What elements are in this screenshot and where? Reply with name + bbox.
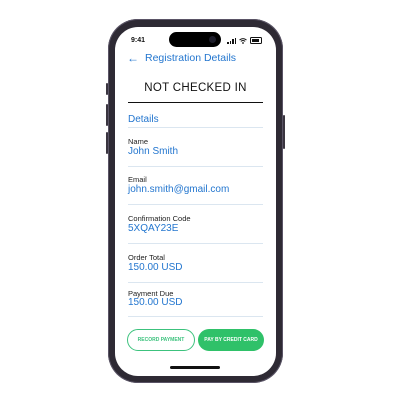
- camera-icon: [209, 36, 216, 43]
- field-value-payment-due: 150.00 USD: [128, 297, 183, 308]
- divider: [128, 127, 263, 128]
- check-in-status: NOT CHECKED IN: [144, 82, 247, 94]
- side-button-volume-up: [106, 104, 108, 126]
- field-label-name: Name: [128, 137, 149, 146]
- field-value-order-total: 150.00 USD: [128, 262, 183, 273]
- page-title: Registration Details: [145, 52, 237, 64]
- status-time: 9:41: [131, 37, 146, 44]
- details-section-title: Details: [128, 114, 159, 125]
- divider: [128, 204, 263, 205]
- field-label-confirmation-code: Confirmation Code: [128, 214, 191, 223]
- back-navigation[interactable]: ← Registration Details: [127, 52, 236, 64]
- field-label-email: Email: [128, 175, 147, 184]
- status-icons: [227, 37, 262, 44]
- status-underline: [128, 102, 263, 103]
- divider: [128, 282, 263, 283]
- pay-by-credit-card-button[interactable]: PAY BY CREDIT CARD: [198, 329, 264, 351]
- field-value-name: John Smith: [128, 146, 179, 157]
- wifi-icon: [239, 37, 247, 44]
- field-value-email: john.smith@gmail.com: [128, 184, 230, 195]
- status-bar: 9:41: [115, 27, 276, 53]
- dynamic-island: [169, 32, 221, 47]
- arrow-left-icon[interactable]: ←: [127, 52, 139, 64]
- field-label-order-total: Order Total: [128, 253, 165, 262]
- record-payment-button[interactable]: RECORD PAYMENT: [127, 329, 195, 351]
- side-button-volume-down: [106, 132, 108, 154]
- phone-screen: 9:41 ← Registration Details NOT CHECKED …: [115, 27, 276, 376]
- signal-icon: [227, 37, 236, 44]
- side-button-action: [106, 83, 108, 95]
- field-value-confirmation-code: 5XQAY23E: [128, 223, 179, 234]
- home-indicator[interactable]: [170, 366, 220, 369]
- battery-icon: [250, 37, 262, 44]
- divider: [128, 166, 263, 167]
- side-button-power: [283, 115, 285, 149]
- divider: [128, 316, 263, 317]
- divider: [128, 243, 263, 244]
